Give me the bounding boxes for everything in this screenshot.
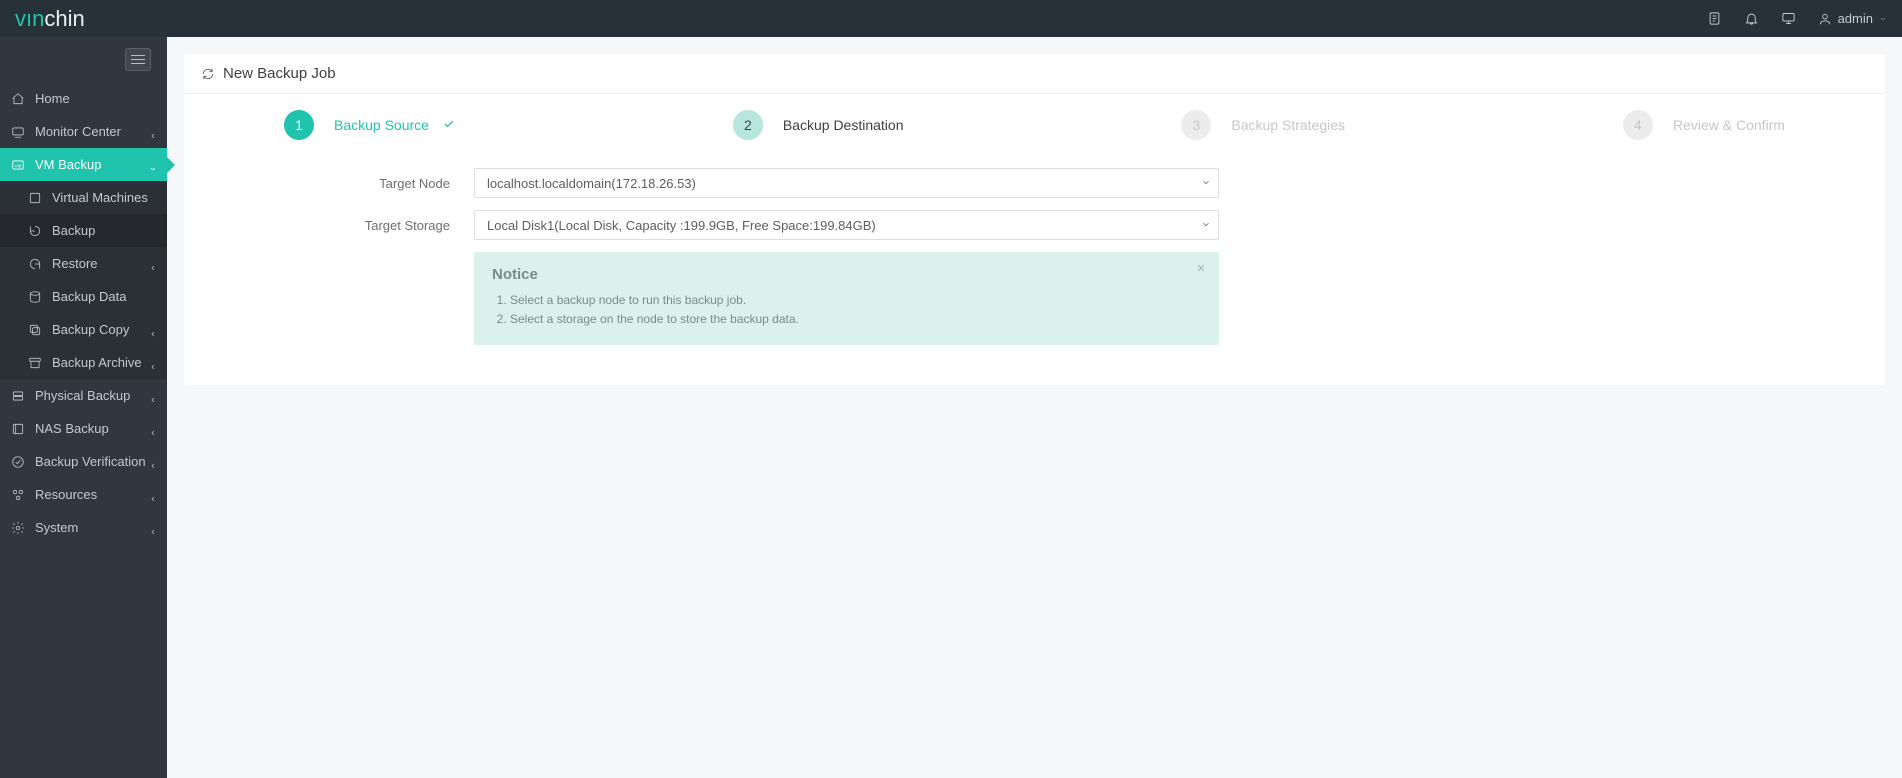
main-content: New Backup Job 1 Backup Source 2 Backup … <box>167 37 1902 778</box>
step-backup-strategies[interactable]: 3 Backup Strategies <box>1181 110 1345 140</box>
chevron-left-icon <box>149 128 157 136</box>
nas-backup-icon <box>11 422 25 436</box>
sidebar-item-nas-backup[interactable]: NAS Backup <box>0 412 167 445</box>
logo-prefix: vın <box>15 6 44 31</box>
svg-text:VM: VM <box>15 163 22 168</box>
sidebar: Home Monitor Center VM VM Backup Virtual… <box>0 37 167 778</box>
chevron-left-icon <box>149 524 157 532</box>
step-backup-destination[interactable]: 2 Backup Destination <box>733 110 904 140</box>
step-number: 1 <box>284 110 314 140</box>
form-row-target-storage: Target Storage Local Disk1(Local Disk, C… <box>214 210 1855 240</box>
chevron-down-icon <box>1879 15 1887 23</box>
refresh-icon <box>201 67 215 81</box>
panel-header: New Backup Job <box>184 54 1885 94</box>
page-title: New Backup Job <box>223 65 336 82</box>
chevron-left-icon <box>149 425 157 433</box>
sidebar-item-backup-verification[interactable]: Backup Verification <box>0 445 167 478</box>
monitor-icon[interactable] <box>1781 11 1796 26</box>
physical-backup-icon <box>11 389 25 403</box>
wizard-steps: 1 Backup Source 2 Backup Destination 3 B… <box>214 110 1855 168</box>
sidebar-item-virtual-machines[interactable]: Virtual Machines <box>0 181 167 214</box>
sidebar-item-restore[interactable]: Restore <box>0 247 167 280</box>
sidebar-toggle[interactable] <box>125 48 151 71</box>
chevron-left-icon <box>149 326 157 334</box>
notice-title: Notice <box>492 266 1201 283</box>
step-number: 3 <box>1181 110 1211 140</box>
chevron-left-icon <box>149 392 157 400</box>
chevron-left-icon <box>149 359 157 367</box>
logo[interactable]: vınchin <box>15 6 85 32</box>
clipboard-icon[interactable] <box>1707 11 1722 26</box>
virtual-machines-icon <box>28 191 42 205</box>
step-backup-source[interactable]: 1 Backup Source <box>284 110 455 140</box>
notice-box: Notice Select a backup node to run this … <box>474 252 1219 345</box>
backup-copy-icon <box>28 323 42 337</box>
step-label: Backup Destination <box>783 117 904 133</box>
sidebar-item-vm-backup[interactable]: VM VM Backup <box>0 148 167 181</box>
sidebar-item-system[interactable]: System <box>0 511 167 544</box>
chevron-left-icon <box>149 491 157 499</box>
check-icon <box>443 118 455 133</box>
close-icon[interactable] <box>1195 262 1207 277</box>
bell-icon[interactable] <box>1744 11 1759 26</box>
sidebar-item-backup-data[interactable]: Backup Data <box>0 280 167 313</box>
sidebar-item-resources[interactable]: Resources <box>0 478 167 511</box>
panel: New Backup Job 1 Backup Source 2 Backup … <box>184 54 1885 385</box>
chevron-left-icon <box>149 260 157 268</box>
step-review-confirm[interactable]: 4 Review & Confirm <box>1623 110 1785 140</box>
step-number: 4 <box>1623 110 1653 140</box>
vm-backup-icon: VM <box>11 158 25 172</box>
system-icon <box>11 521 25 535</box>
target-node-label: Target Node <box>214 176 474 191</box>
header-bar: vınchin admin <box>0 0 1902 37</box>
sidebar-item-backup-copy[interactable]: Backup Copy <box>0 313 167 346</box>
sidebar-item-backup[interactable]: Backup <box>0 214 167 247</box>
form-row-target-node: Target Node localhost.localdomain(172.18… <box>214 168 1855 198</box>
sidebar-item-home[interactable]: Home <box>0 82 167 115</box>
user-menu[interactable]: admin <box>1818 11 1887 26</box>
backup-archive-icon <box>28 356 42 370</box>
step-label: Backup Strategies <box>1231 117 1345 133</box>
sidebar-item-physical-backup[interactable]: Physical Backup <box>0 379 167 412</box>
sidebar-item-backup-archive[interactable]: Backup Archive <box>0 346 167 379</box>
target-storage-label: Target Storage <box>214 218 474 233</box>
backup-icon <box>28 224 42 238</box>
restore-icon <box>28 257 42 271</box>
resources-icon <box>11 488 25 502</box>
backup-data-icon <box>28 290 42 304</box>
step-label: Backup Source <box>334 117 429 133</box>
home-icon <box>11 92 25 106</box>
chevron-left-icon <box>149 458 157 466</box>
monitor-center-icon <box>11 125 25 139</box>
step-label: Review & Confirm <box>1673 117 1785 133</box>
step-number: 2 <box>733 110 763 140</box>
target-node-select[interactable]: localhost.localdomain(172.18.26.53) <box>474 168 1219 198</box>
sidebar-item-monitor-center[interactable]: Monitor Center <box>0 115 167 148</box>
user-name: admin <box>1838 11 1873 26</box>
backup-verification-icon <box>11 455 25 469</box>
notice-item: Select a storage on the node to store th… <box>510 310 1201 329</box>
notice-item: Select a backup node to run this backup … <box>510 291 1201 310</box>
target-storage-select[interactable]: Local Disk1(Local Disk, Capacity :199.9G… <box>474 210 1219 240</box>
header-icons: admin <box>1707 11 1887 26</box>
chevron-down-icon <box>149 161 157 169</box>
logo-rest: chin <box>44 6 84 31</box>
